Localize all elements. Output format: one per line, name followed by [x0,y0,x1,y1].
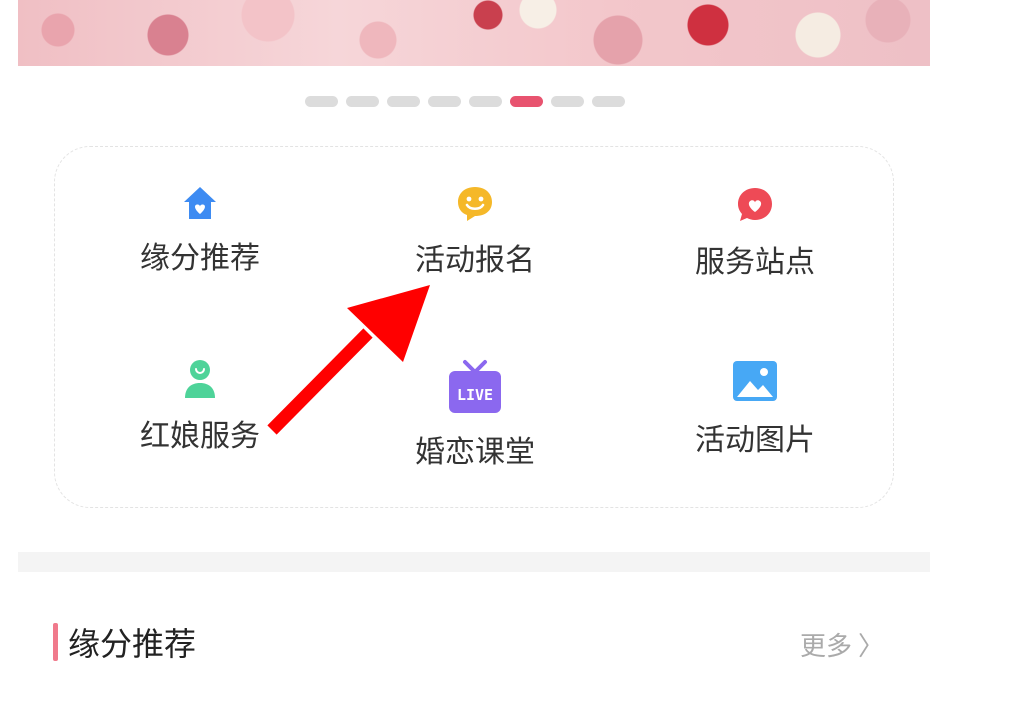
house-heart-icon [184,187,216,219]
menu-item-label: 红娘服务 [140,419,260,454]
menu-item-label: 活动图片 [695,423,815,458]
menu-item-event-signup[interactable]: 活动报名 [375,185,575,279]
section-header: 缘分推荐 [53,621,196,663]
menu-item-label: 缘分推荐 [140,241,260,276]
picture-icon [733,361,777,401]
user-icon [185,360,215,398]
menu-item-yuanfen[interactable]: 缘分推荐 [100,185,300,277]
carousel-dot[interactable] [305,96,338,107]
carousel-dot[interactable] [469,96,502,107]
menu-item-label: 活动报名 [415,243,535,278]
section-accent-bar [53,623,58,661]
menu-item-service-station[interactable]: 服务站点 [655,185,855,281]
section-divider [18,552,930,572]
menu-item-label: 服务站点 [695,245,815,280]
live-badge-text: LIVE [457,386,493,404]
menu-item-label: 婚恋课堂 [415,435,535,470]
menu-item-matchmaker[interactable]: 红娘服务 [100,359,300,455]
carousel-dot-active[interactable] [510,96,543,107]
feature-menu-card: 缘分推荐 活动报名 服务站点 红娘服务 LIVE 婚恋课堂 活动图片 [54,146,894,508]
carousel-dot[interactable] [428,96,461,107]
carousel-dot[interactable] [346,96,379,107]
more-label: 更多 [800,632,853,662]
more-link[interactable]: 更多 〉 [800,626,884,663]
smiley-chat-icon [458,187,492,221]
menu-item-dating-class[interactable]: LIVE 婚恋课堂 [375,359,575,471]
menu-item-event-photos[interactable]: 活动图片 [655,359,855,459]
heart-bubble-icon [738,188,772,221]
carousel-indicator [305,96,625,107]
carousel-dot[interactable] [592,96,625,107]
banner-carousel-image[interactable] [18,0,930,66]
carousel-dot[interactable] [551,96,584,107]
section-title: 缘分推荐 [68,625,197,663]
chevron-right-icon: 〉 [858,632,885,662]
carousel-dot[interactable] [387,96,420,107]
live-tv-icon: LIVE [449,360,501,413]
